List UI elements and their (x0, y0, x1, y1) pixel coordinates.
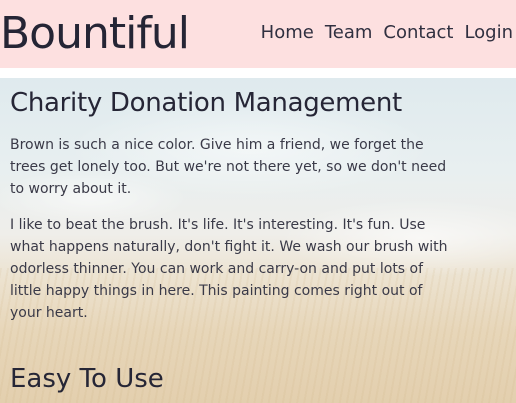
nav-contact-link[interactable]: Contact (383, 20, 453, 46)
section-heading: Easy To Use (10, 364, 164, 394)
hero-section: Charity Donation Management Brown is suc… (0, 78, 516, 403)
nav-home-link[interactable]: Home (261, 20, 314, 46)
hero-content: Charity Donation Management Brown is suc… (10, 78, 450, 324)
nav-team-link[interactable]: Team (325, 20, 373, 46)
nav-login-link[interactable]: Login (464, 20, 513, 46)
header-divider (0, 68, 516, 78)
main-nav: Home Team Contact Login (261, 20, 513, 46)
intro-paragraph: Brown is such a nice color. Give him a f… (10, 137, 447, 197)
site-header: Bountiful Home Team Contact Login (0, 0, 516, 68)
brand-logo[interactable]: Bountiful (0, 6, 190, 62)
page-title: Charity Donation Management (10, 88, 402, 118)
body-paragraph: I like to beat the brush. It's life. It'… (10, 217, 448, 321)
